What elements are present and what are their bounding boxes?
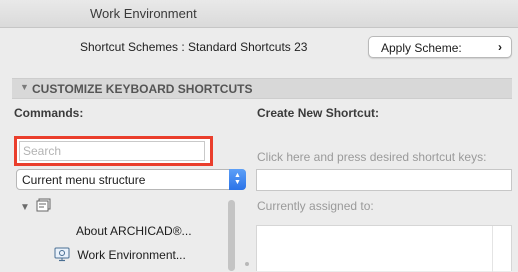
apply-scheme-button[interactable]: Apply Scheme: › [368,36,512,58]
create-shortcut-title: Create New Shortcut: [257,106,380,120]
shortcut-scheme-row: Shortcut Schemes : Standard Shortcuts 23… [0,28,518,68]
list-divider [492,226,493,272]
disclosure-triangle-icon[interactable]: ▼ [20,82,29,92]
window-title: Work Environment [90,6,197,21]
chevron-right-icon: › [498,40,502,54]
app-menu-icon [36,198,51,212]
shortcut-scheme-label: Shortcut Schemes : Standard Shortcuts 23 [80,40,308,54]
work-environment-icon [54,247,70,262]
assigned-commands-list[interactable] [256,225,512,272]
section-title: CUSTOMIZE KEYBOARD SHORTCUTS [32,82,253,96]
commands-scrollbar[interactable] [228,200,235,271]
commands-tree: ▼ About ARCHICAD®... Work Environment... [16,196,228,271]
search-highlight-frame [14,136,213,166]
commands-title: Commands: [14,106,84,120]
select-stepper-icon[interactable]: ▲ ▼ [229,169,246,190]
customize-shortcuts-section-header[interactable]: ▼ CUSTOMIZE KEYBOARD SHORTCUTS [12,78,512,99]
window-titlebar[interactable]: Work Environment [0,0,518,28]
list-item[interactable]: Work Environment... [54,247,186,262]
disclosure-triangle-icon[interactable]: ▼ [20,202,30,213]
resize-handle-icon[interactable] [245,262,249,266]
shortcut-key-field[interactable] [256,169,512,191]
command-filter-select[interactable]: Current menu structure ▲ ▼ [16,169,246,190]
search-input[interactable] [19,141,205,161]
tree-root-row[interactable]: ▼ [20,198,51,213]
list-item-label: Work Environment... [77,248,186,262]
list-item-label: About ARCHICAD®... [76,224,192,238]
list-item[interactable]: About ARCHICAD®... [76,224,192,238]
currently-assigned-label: Currently assigned to: [257,199,374,213]
command-filter-value: Current menu structure [22,173,146,187]
apply-scheme-label: Apply Scheme: [381,41,462,55]
shortcut-key-hint: Click here and press desired shortcut ke… [257,150,487,164]
scrollbar-thumb[interactable] [228,200,235,271]
